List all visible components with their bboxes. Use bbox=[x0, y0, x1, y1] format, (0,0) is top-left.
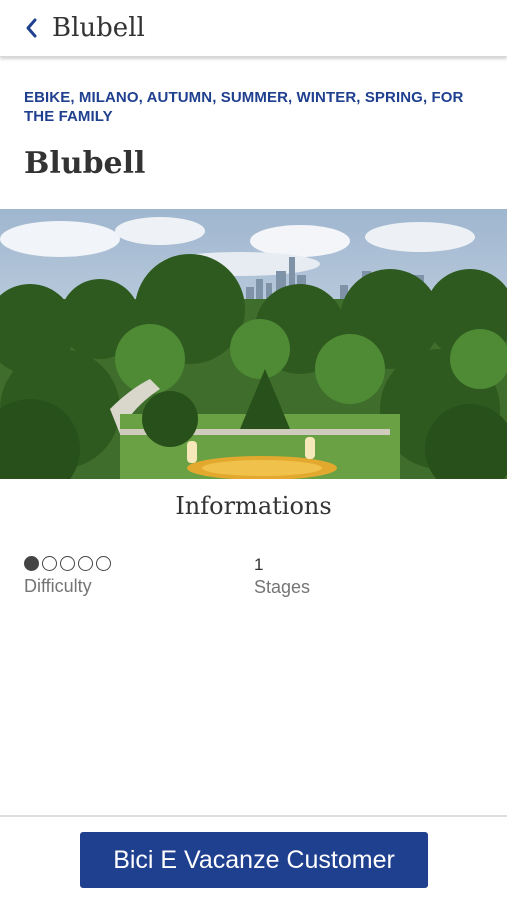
hero-image bbox=[0, 209, 507, 479]
stages-label: Stages bbox=[254, 577, 311, 597]
tour-title: Blubell bbox=[24, 146, 146, 181]
difficulty-dot-filled bbox=[24, 555, 39, 571]
page-title: Blubell bbox=[52, 13, 145, 43]
chevron-left-icon bbox=[26, 18, 37, 38]
difficulty-dot-empty bbox=[60, 555, 75, 571]
back-button[interactable] bbox=[20, 17, 42, 39]
stages-info: 1 Stages bbox=[254, 554, 310, 598]
difficulty-dot-empty bbox=[42, 555, 57, 571]
top-app-bar: Blubell bbox=[0, 0, 507, 57]
customer-button[interactable]: Bici E Vacanze Customer bbox=[80, 832, 428, 888]
stages-value: 1 bbox=[254, 555, 264, 574]
tour-tags: EBIKE, MILANO, AUTUMN, SUMMER, WINTER, S… bbox=[24, 89, 464, 125]
difficulty-dot-empty bbox=[96, 555, 111, 571]
difficulty-info: Difficulty bbox=[24, 554, 111, 597]
informations-heading: Informations bbox=[175, 492, 332, 520]
difficulty-label: Difficulty bbox=[24, 576, 92, 596]
difficulty-dot-empty bbox=[78, 555, 93, 571]
difficulty-rating bbox=[24, 554, 111, 572]
bottom-bar: Bici E Vacanze Customer bbox=[0, 815, 507, 902]
